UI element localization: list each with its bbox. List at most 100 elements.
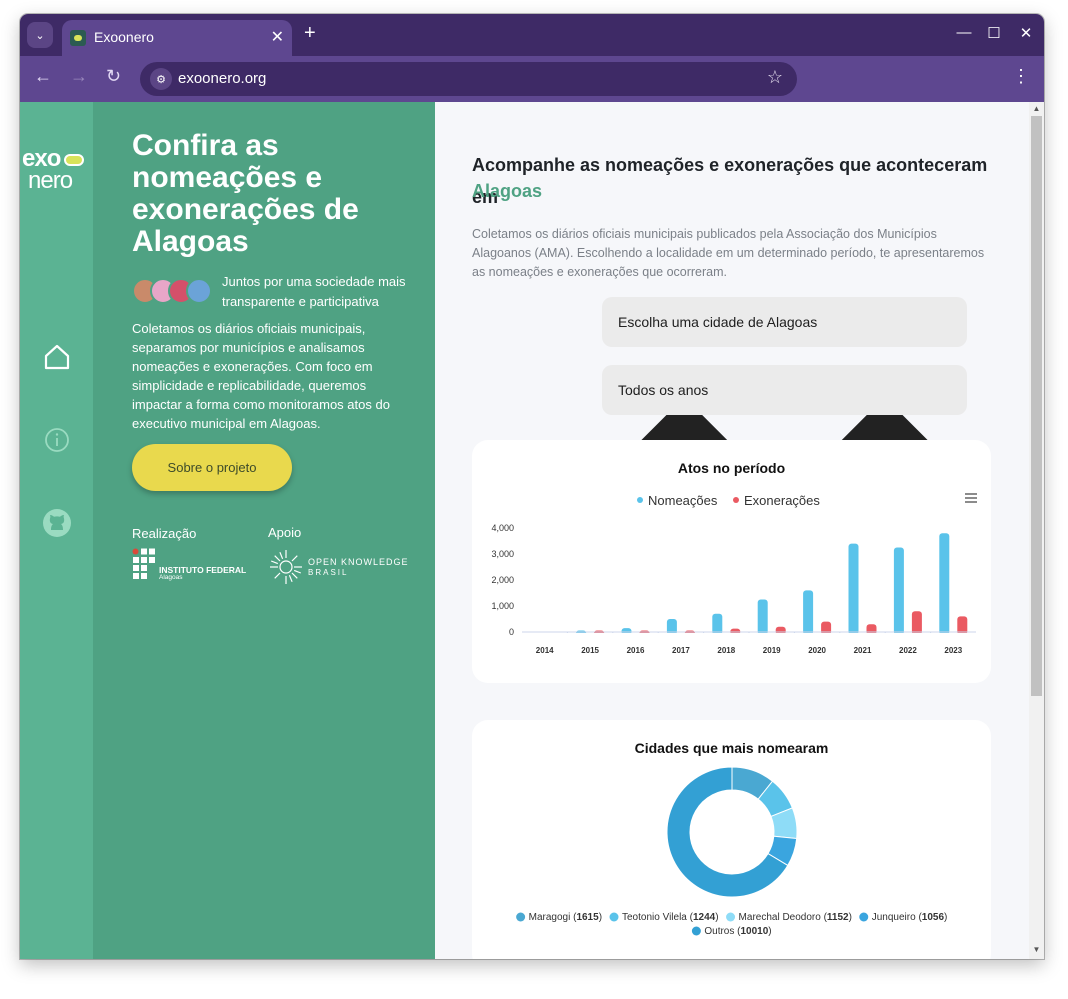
x-tick-label: 2019 (763, 646, 781, 655)
exonero-logo[interactable]: exo nero (20, 145, 93, 194)
page-title-city: Alagoas (472, 181, 543, 201)
scroll-thumb[interactable] (1031, 116, 1042, 696)
bar-exoneracoes (821, 621, 832, 635)
legend-label: Marechal Deodoro (1152) (739, 912, 852, 923)
ifal-logo[interactable]: INSTITUTO FEDERAL Alagoas (132, 548, 252, 582)
chart-card-cidades: Cidades que mais nomearam Maragogi (1615… (472, 720, 991, 959)
site-info-icon[interactable]: ⚙ (150, 68, 172, 90)
tab-exoonero[interactable]: Exoonero ✕ (62, 20, 292, 56)
address-bar[interactable]: ⚙ exoonero.org ☆ (140, 62, 797, 96)
tab-title: Exoonero (94, 29, 154, 45)
legend-marker (859, 912, 869, 922)
main-content: Acompanhe as nomeações e exonerações que… (435, 102, 1029, 959)
legend-label: Maragogi (1615) (529, 912, 602, 923)
chart-card-atos: Atos no período Nomeações Exonerações 0 1,0… (472, 440, 991, 683)
ifal-grid-icon (132, 548, 155, 579)
bar-nomeacoes (893, 547, 904, 635)
x-tick-label: 2022 (899, 646, 917, 655)
bar-nomeacoes (803, 590, 814, 635)
open-knowledge-brasil-logo[interactable]: OPEN KNOWLEDGE BRASIL (268, 548, 413, 586)
community-avatars (132, 278, 216, 304)
logo-line-2: nero (28, 167, 73, 194)
reload-icon[interactable]: ↻ (106, 66, 121, 87)
bar-chart: Nomeações Exonerações 0 1,000 2,000 3,000 4,00… (491, 493, 976, 655)
page-title: Acompanhe as nomeações e exonerações que… (472, 155, 988, 207)
bar-nomeacoes (939, 533, 950, 635)
avatar (186, 278, 212, 304)
forward-icon[interactable]: → (70, 66, 88, 87)
back-icon[interactable]: ← (34, 66, 52, 87)
maximize-icon[interactable]: ☐ (984, 24, 1004, 42)
x-tick-label: 2017 (672, 646, 690, 655)
scroll-down-icon[interactable]: ▼ (1032, 945, 1041, 954)
bar-baseline-mask (522, 633, 976, 637)
tab-bar: ⌄ Exoonero ✕ + — ☐ ✕ (20, 14, 1044, 56)
legend-marker (516, 912, 526, 922)
x-tick-label: 2020 (808, 646, 826, 655)
close-tab-icon[interactable]: ✕ (271, 27, 284, 47)
chevron-down-icon: ⌄ (35, 29, 45, 42)
y-tick-label: 0 (509, 627, 514, 637)
x-tick-label: 2018 (717, 646, 735, 655)
legend-marker (733, 497, 739, 503)
y-tick-label: 3,000 (491, 549, 514, 559)
x-tick-label: 2016 (627, 646, 645, 655)
legend-label: Exonerações (744, 493, 820, 508)
okb-line-1: OPEN KNOWLEDGE (308, 557, 409, 567)
bar-nomeacoes (848, 543, 859, 635)
city-select-value: Escolha uma cidade de Alagoas (618, 314, 818, 330)
about-project-button[interactable]: Sobre o projeto (132, 444, 292, 491)
page-description: Coletamos os diários oficiais municipais… (472, 227, 985, 279)
legend-marker (691, 926, 701, 936)
url-text[interactable]: exoonero.org (178, 70, 266, 87)
tab-search-button[interactable]: ⌄ (27, 22, 53, 48)
home-icon[interactable] (42, 342, 72, 372)
legend-marker (726, 912, 736, 922)
x-tick-label: 2021 (854, 646, 872, 655)
x-tick-label: 2014 (536, 646, 554, 655)
realizacao-label: Realização (132, 526, 197, 541)
hero-panel: Confira as nomeações e exonerações de Al… (93, 102, 435, 959)
bookmark-star-icon[interactable]: ☆ (767, 67, 783, 88)
page-scrollbar[interactable]: ▲ ▼ (1029, 102, 1044, 959)
browser-toolbar: ← → ↻ ⚙ exoonero.org ☆ ⋮ (20, 56, 1044, 102)
legend-label: Outros (10010) (704, 926, 771, 937)
bar-nomeacoes (757, 599, 768, 635)
y-tick-label: 1,000 (491, 601, 514, 611)
bar-nomeacoes (666, 619, 677, 635)
hero-tagline: Juntos por uma sociedade mais transparen… (222, 274, 406, 309)
side-rail: exo nero (20, 102, 93, 959)
okb-burst-icon (270, 550, 302, 584)
logo-line-1: exo (22, 145, 61, 172)
y-tick-label: 4,000 (491, 523, 514, 533)
browser-window: ⌄ Exoonero ✕ + — ☐ ✕ ← → ↻ ⚙ exoonero.or… (20, 14, 1044, 959)
city-select[interactable]: Escolha uma cidade de Alagoas (602, 297, 967, 584)
hero-description: Coletamos os diários oficiais municipais… (132, 321, 390, 431)
year-select-value: Todos os anos (618, 382, 709, 398)
legend-label: Junqueiro (1056) (872, 912, 948, 923)
x-tick-label: 2015 (581, 646, 599, 655)
scroll-up-icon[interactable]: ▲ (1032, 104, 1041, 113)
apoio-label: Apoio (268, 525, 302, 540)
ifal-sub: Alagoas (159, 574, 183, 581)
bar-exoneracoes (911, 611, 922, 635)
new-tab-button[interactable]: + (304, 22, 316, 45)
close-window-icon[interactable]: ✕ (1016, 24, 1036, 42)
hero-title: Confira as nomeações e exonerações de Al… (132, 129, 359, 258)
legend-label: Nomeações (648, 493, 718, 508)
okb-line-2: BRASIL (308, 568, 349, 577)
browser-menu-icon[interactable]: ⋮ (1012, 66, 1030, 87)
chart-menu-icon[interactable] (964, 492, 978, 504)
legend-label: Teotonio Vilela (1244) (622, 912, 719, 923)
github-icon[interactable] (42, 508, 72, 538)
y-tick-label: 2,000 (491, 575, 514, 585)
logo-toggle-icon (64, 154, 84, 166)
year-select[interactable]: Todos os anos (602, 365, 967, 652)
site-favicon-icon (70, 30, 86, 46)
minimize-icon[interactable]: — (954, 24, 974, 41)
legend-marker (637, 497, 643, 503)
x-tick-label: 2023 (944, 646, 962, 655)
info-icon[interactable] (42, 425, 72, 455)
donut-chart: Maragogi (1615) Teotonio Vilela (1244) Mar… (516, 766, 948, 937)
page-viewport: exo nero Confira as nomeações e exoneraç… (20, 102, 1044, 959)
